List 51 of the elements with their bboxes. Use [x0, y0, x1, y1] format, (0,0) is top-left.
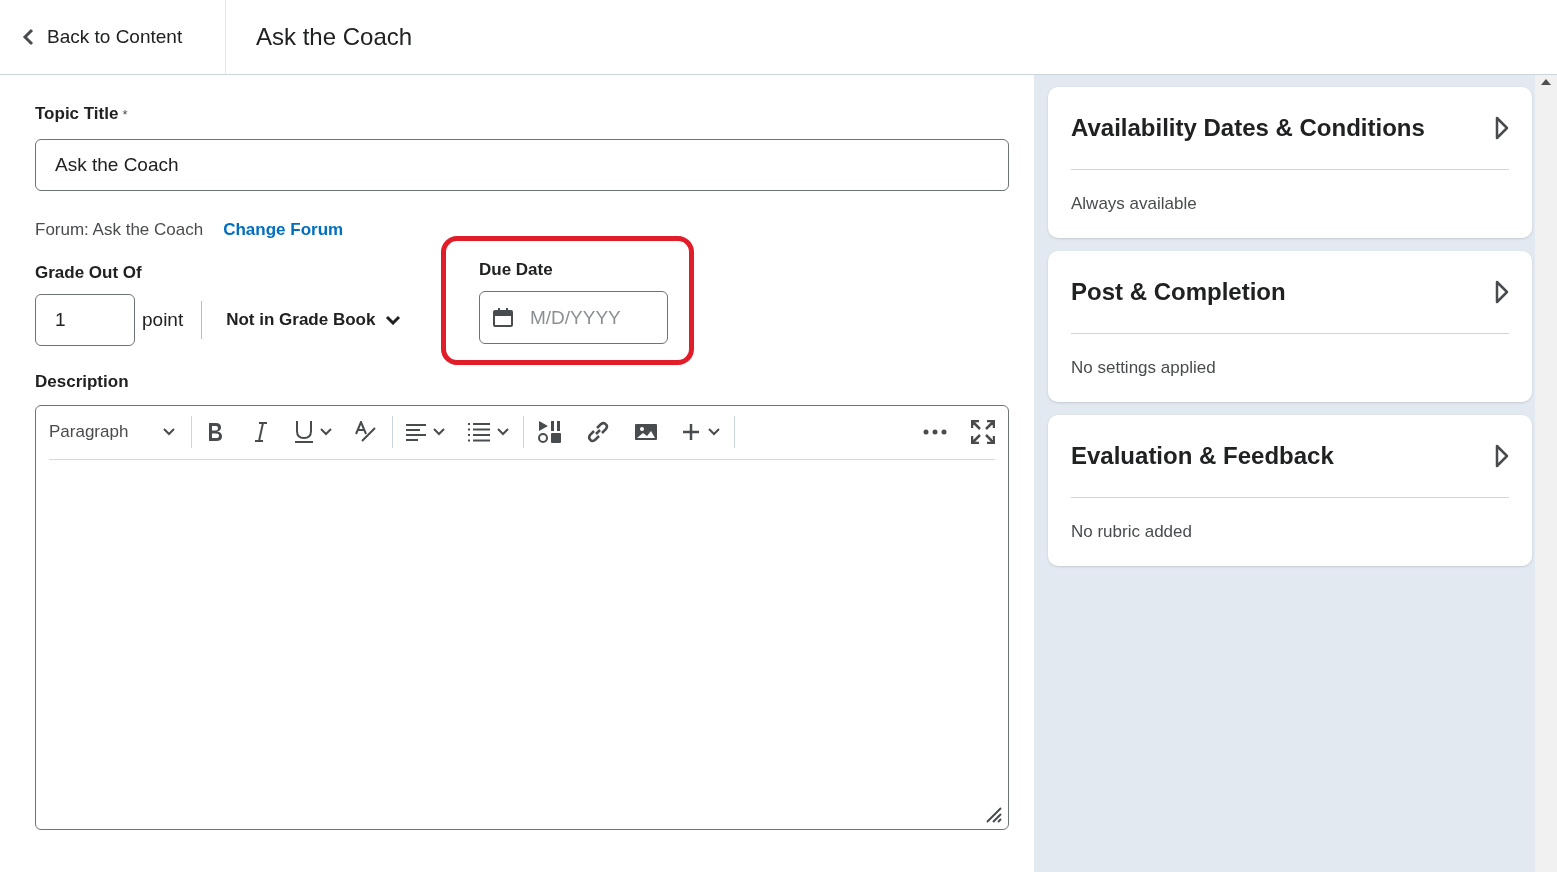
italic-icon[interactable]: [254, 421, 268, 443]
chevron-down-icon[interactable]: [708, 428, 720, 436]
card-title: Post & Completion: [1071, 277, 1286, 307]
card-title: Evaluation & Feedback: [1071, 441, 1334, 471]
link-icon[interactable]: [586, 420, 610, 444]
settings-card[interactable]: Availability Dates & Conditions Always available: [1048, 87, 1532, 238]
image-icon[interactable]: [634, 422, 658, 442]
card-summary: Always available: [1071, 193, 1198, 215]
topic-title-field[interactable]: Ask the Coach: [35, 138, 1009, 191]
field-label: Description: [35, 371, 130, 393]
grade-field[interactable]: 1: [35, 294, 135, 346]
scroll-up-icon[interactable]: [1541, 79, 1551, 85]
required-mark: *: [122, 106, 128, 124]
plus-icon[interactable]: [682, 423, 700, 441]
page-title: Ask the Coach: [256, 22, 413, 52]
chevron-left-icon: [22, 28, 34, 46]
fullscreen-icon[interactable]: [971, 420, 995, 444]
triangle-right-icon[interactable]: [1495, 116, 1509, 140]
media-icon[interactable]: [538, 420, 562, 444]
card-title: Availability Dates & Conditions: [1071, 113, 1425, 143]
resize-handle-icon[interactable]: [984, 804, 1002, 823]
editor[interactable]: Paragraph: [35, 404, 1009, 830]
grade-book-dropdown[interactable]: Not in Grade Book: [226, 307, 402, 333]
chevron-down-icon: [385, 315, 402, 325]
chevron-down-icon[interactable]: [433, 428, 445, 436]
chevron-down-icon: [163, 428, 175, 436]
card-summary: No settings applied: [1071, 357, 1217, 379]
underline-icon[interactable]: [294, 420, 314, 444]
scrollbar[interactable]: [1535, 75, 1557, 872]
settings-card[interactable]: Evaluation & Feedback No rubric added: [1048, 415, 1532, 566]
card-summary: No rubric added: [1071, 521, 1193, 543]
field-label: Topic Title: [35, 103, 119, 125]
chevron-down-icon[interactable]: [320, 428, 332, 436]
date-field[interactable]: M/D/YYYY: [479, 291, 668, 344]
calendar-icon: [493, 308, 513, 327]
back-link[interactable]: Back to Content: [22, 22, 183, 52]
more-icon[interactable]: [923, 429, 947, 435]
align-left-icon[interactable]: [405, 423, 427, 441]
unit-label: point: [142, 307, 184, 332]
bold-icon[interactable]: [206, 421, 224, 443]
settings-card[interactable]: Post & Completion No settings applied: [1048, 251, 1532, 402]
forum-text: Forum: Ask the Coach: [35, 218, 204, 241]
text-style-icon[interactable]: [354, 421, 378, 443]
triangle-right-icon[interactable]: [1495, 444, 1509, 468]
change-forum-link[interactable]: Change Forum: [223, 216, 344, 242]
list-icon[interactable]: [467, 422, 491, 442]
chevron-down-icon[interactable]: [497, 428, 509, 436]
block-format-dropdown[interactable]: Paragraph: [49, 419, 177, 445]
triangle-right-icon[interactable]: [1495, 280, 1509, 304]
field-label: Due Date: [479, 259, 554, 281]
field-label: Grade Out Of: [35, 262, 143, 284]
